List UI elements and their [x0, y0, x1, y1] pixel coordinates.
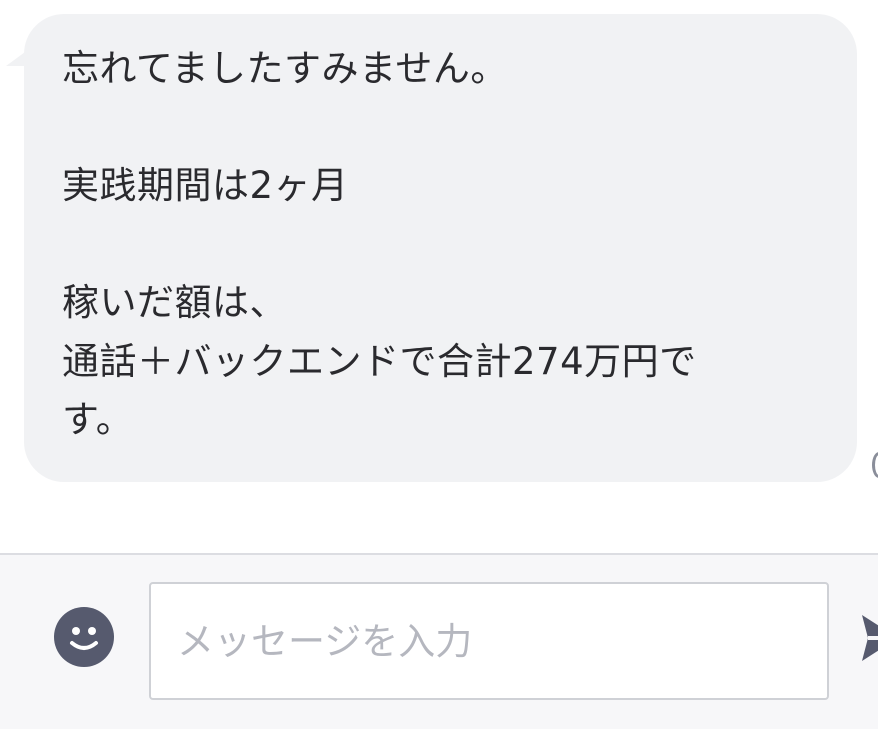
message-list: 忘れてましたすみません。 実践期間は2ヶ月 稼いだ額は、 通話＋バックエンドで合…	[0, 0, 878, 553]
message-text: 忘れてましたすみません。 実践期間は2ヶ月 稼いだ額は、 通話＋バックエンドで合…	[62, 47, 697, 441]
message-composer	[0, 553, 878, 729]
smiley-face-icon	[70, 627, 98, 650]
send-button[interactable]	[860, 611, 878, 665]
chat-screen: 忘れてましたすみません。 実践期間は2ヶ月 稼いだ額は、 通話＋バックエンドで合…	[0, 0, 878, 729]
emoji-button[interactable]	[54, 607, 114, 667]
message-input[interactable]	[149, 582, 829, 700]
incoming-message-bubble[interactable]: 忘れてましたすみません。 実践期間は2ヶ月 稼いだ額は、 通話＋バックエンドで合…	[24, 14, 857, 482]
paper-plane-icon	[862, 615, 878, 661]
read-status-icon	[872, 452, 878, 478]
